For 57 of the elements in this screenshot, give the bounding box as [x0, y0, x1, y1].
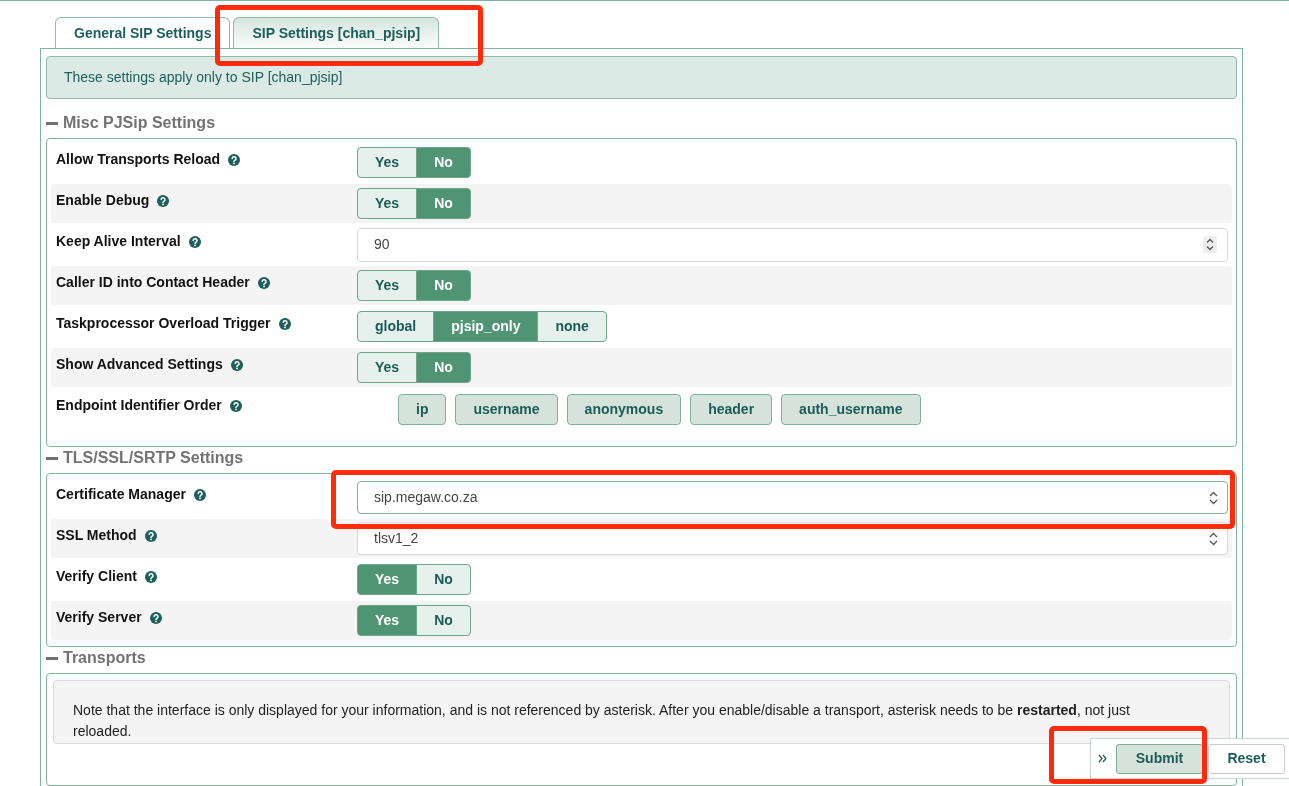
- setting-label: Show Advanced Settings: [56, 356, 223, 373]
- help-icon[interactable]: [230, 359, 243, 371]
- toggle-option[interactable]: pjsip_only: [433, 311, 539, 342]
- section-toggle[interactable]: TLS/SSL/SRTP Settings: [46, 447, 244, 469]
- help-icon[interactable]: [229, 400, 242, 412]
- setting-label: Verify Client: [56, 568, 137, 585]
- help-icon[interactable]: [188, 236, 201, 248]
- setting-label: Certificate Manager: [56, 486, 186, 503]
- spinner-icon[interactable]: [1203, 236, 1217, 253]
- setting-label: SSL Method: [56, 527, 137, 544]
- toggle-option[interactable]: No: [416, 352, 471, 383]
- dropdown[interactable]: sip.megaw.co.za: [357, 481, 1228, 514]
- help-icon[interactable]: [257, 277, 270, 289]
- section-toggle[interactable]: Transports: [46, 647, 146, 669]
- help-icon[interactable]: [228, 154, 241, 166]
- help-icon[interactable]: [278, 318, 291, 330]
- help-icon[interactable]: [149, 612, 162, 624]
- section-toggle[interactable]: Misc PJSip Settings: [46, 112, 216, 134]
- sortable-item[interactable]: header: [690, 394, 773, 425]
- setting-label: Verify Server: [56, 609, 142, 626]
- toggle-option[interactable]: Yes: [357, 270, 418, 301]
- setting-label: Keep Alive Interval: [56, 233, 181, 250]
- setting-label: Endpoint Identifier Order: [56, 397, 222, 414]
- sortable-item[interactable]: auth_username: [781, 394, 921, 425]
- toggle-option[interactable]: No: [416, 270, 471, 301]
- tab[interactable]: SIP Settings [chan_pjsip]: [233, 17, 440, 48]
- toggle-option[interactable]: Yes: [357, 605, 418, 636]
- help-icon[interactable]: [193, 489, 206, 501]
- setting-label: Caller ID into Contact Header: [56, 274, 250, 291]
- toggle-option[interactable]: No: [416, 188, 471, 219]
- toggle-option[interactable]: Yes: [357, 564, 418, 595]
- info-message: These settings apply only to SIP [chan_pjsip]: [46, 56, 1237, 99]
- number-field[interactable]: 90: [357, 227, 1228, 262]
- toggle-option[interactable]: global: [357, 311, 435, 342]
- toggle-option[interactable]: Yes: [357, 188, 418, 219]
- submit-button[interactable]: Submit: [1116, 743, 1203, 774]
- setting-label: Enable Debug: [56, 192, 150, 209]
- help-icon[interactable]: [144, 571, 157, 583]
- sortable-item[interactable]: anonymous: [566, 394, 682, 425]
- reset-button[interactable]: Reset: [1208, 743, 1285, 774]
- toggle-option[interactable]: Yes: [357, 352, 418, 383]
- note-message: Note that the interface is only displayed for your information, and is not referenced by asterisk. After you enable/disable a transport, asterisk needs to be restarted, not just reloaded.: [53, 680, 1230, 744]
- toggle-option[interactable]: Yes: [357, 147, 418, 178]
- sortable-item[interactable]: ip: [398, 394, 447, 425]
- toggle-option[interactable]: none: [537, 311, 607, 342]
- help-icon[interactable]: [144, 530, 157, 542]
- toggle-option[interactable]: No: [416, 564, 471, 595]
- help-icon[interactable]: [157, 195, 170, 207]
- toggle-option[interactable]: No: [416, 605, 471, 636]
- setting-label: Allow Transports Reload: [56, 151, 221, 168]
- toggle-option[interactable]: No: [416, 147, 471, 178]
- setting-label: Taskprocessor Overload Trigger: [56, 315, 271, 332]
- chevron-updown-icon: [1209, 490, 1218, 505]
- chevron-updown-icon: [1209, 531, 1218, 546]
- double-chevron-icon: [1098, 754, 1107, 763]
- tab[interactable]: General SIP Settings: [55, 17, 231, 48]
- sortable-item[interactable]: username: [455, 394, 558, 425]
